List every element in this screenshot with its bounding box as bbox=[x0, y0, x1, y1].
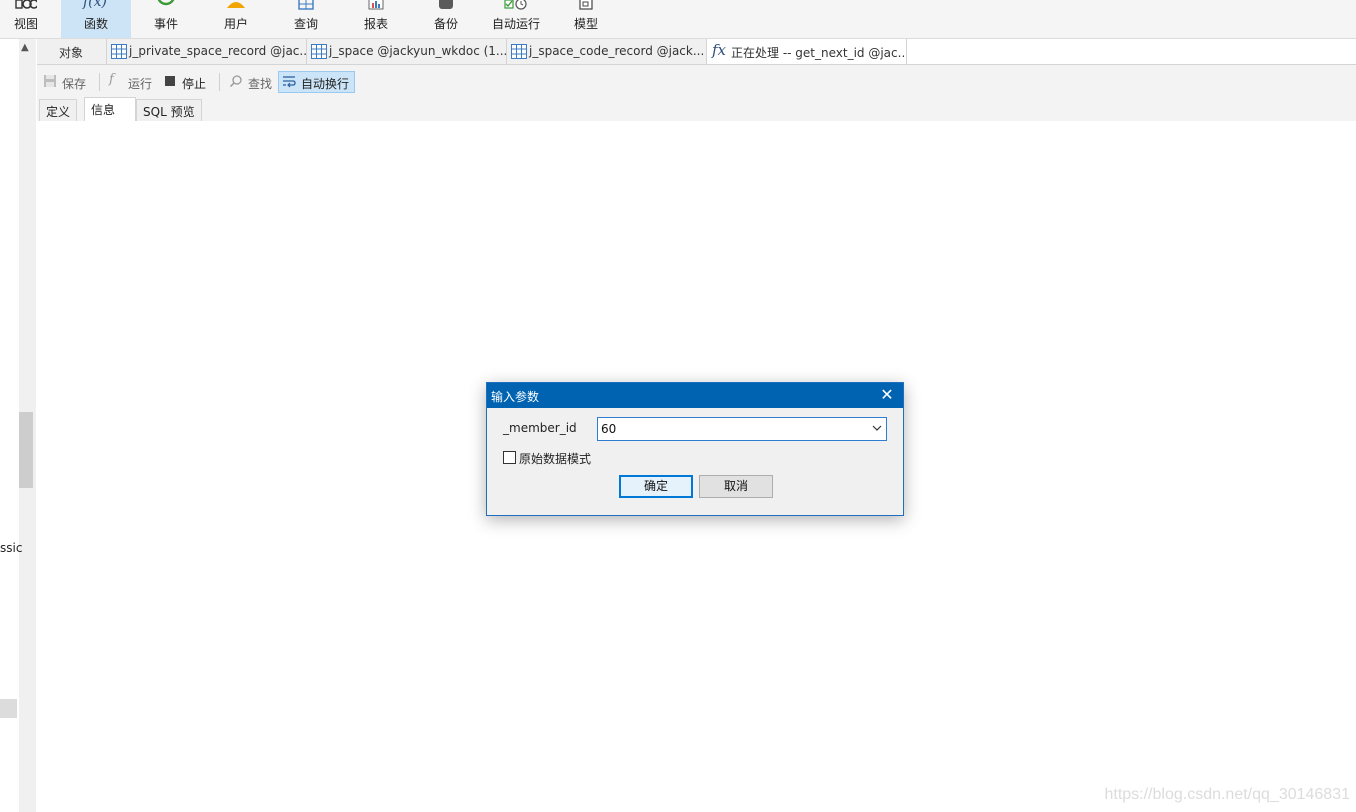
input-parameters-dialog: 输入参数 ✕ _member_id 60 原始数据模式 确定 取消 bbox=[486, 382, 904, 516]
save-label: 保存 bbox=[62, 77, 87, 91]
ribbon-user-button[interactable]: 用户 bbox=[201, 0, 271, 38]
ribbon-view-button[interactable]: 视图 bbox=[0, 0, 61, 38]
tab-label: j_space_code_record @jack... bbox=[529, 44, 705, 58]
user-icon bbox=[227, 2, 245, 8]
search-icon bbox=[229, 75, 242, 88]
ribbon-view-label: 视图 bbox=[13, 17, 38, 31]
ribbon-model-button[interactable]: 模型 bbox=[551, 0, 621, 38]
ribbon-query-label: 查询 bbox=[293, 17, 318, 31]
tab-label: 正在处理 -- get_next_id @jac... bbox=[731, 46, 907, 60]
app-window: 视图 f(x) 函数 事件 用户 查询 报表 备份 自动运行 模型 ▲ ssic… bbox=[0, 0, 1356, 812]
param-label: _member_id bbox=[503, 421, 577, 435]
find-label: 查找 bbox=[248, 77, 273, 91]
function-icon: f(x) bbox=[82, 0, 107, 10]
ribbon-auto-run-label: 自动运行 bbox=[491, 17, 540, 31]
ribbon-event-button[interactable]: 事件 bbox=[131, 0, 201, 38]
ribbon-query-button[interactable]: 查询 bbox=[271, 0, 341, 38]
ribbon-report-button[interactable]: 报表 bbox=[341, 0, 411, 38]
backup-icon bbox=[439, 0, 453, 9]
table-icon bbox=[111, 44, 127, 59]
ribbon-function-label: 函数 bbox=[83, 17, 108, 31]
ribbon-auto-run-button[interactable]: 自动运行 bbox=[481, 0, 551, 38]
ribbon-model-label: 模型 bbox=[573, 17, 598, 31]
raw-data-mode-checkbox[interactable] bbox=[503, 451, 516, 464]
subtab-sql-preview[interactable]: SQL 预览 bbox=[136, 99, 202, 121]
navigator-item-partial[interactable]: ssic bbox=[0, 541, 22, 555]
navigator-selected-item[interactable] bbox=[0, 699, 17, 718]
chevron-down-icon[interactable] bbox=[872, 423, 882, 433]
subtab-info[interactable]: 信息 bbox=[84, 97, 136, 122]
query-icon bbox=[298, 0, 314, 10]
ribbon-report-label: 报表 bbox=[363, 17, 388, 31]
ribbon-backup-button[interactable]: 备份 bbox=[411, 0, 481, 38]
tab-table-space-code-record[interactable]: j_space_code_record @jack... bbox=[507, 39, 707, 64]
find-button[interactable]: 查找 bbox=[225, 71, 277, 93]
param-value: 60 bbox=[601, 422, 617, 436]
run-fx-icon: f bbox=[109, 72, 114, 87]
tab-objects[interactable]: 对象 bbox=[37, 39, 107, 64]
cancel-button[interactable]: 取消 bbox=[699, 475, 773, 498]
param-value-combobox[interactable]: 60 bbox=[597, 417, 887, 441]
stop-icon bbox=[165, 76, 175, 86]
tab-function-get-next-id[interactable]: fx 正在处理 -- get_next_id @jac... bbox=[707, 39, 907, 64]
svg-text:f(x): f(x) bbox=[82, 0, 107, 10]
definition-subtabs: 定义 信息 SQL 预览 bbox=[37, 97, 1356, 122]
toolbar-separator bbox=[99, 73, 100, 91]
event-icon bbox=[157, 0, 175, 6]
close-icon[interactable]: ✕ bbox=[877, 385, 897, 405]
dialog-titlebar[interactable]: 输入参数 ✕ bbox=[487, 383, 903, 408]
tab-table-space[interactable]: j_space @jackyun_wkdoc (1... bbox=[307, 39, 507, 64]
raw-data-mode-label[interactable]: 原始数据模式 bbox=[519, 450, 591, 467]
run-button[interactable]: f 运行 bbox=[105, 71, 161, 93]
function-fx-icon: fx bbox=[712, 41, 727, 59]
navigator-scrollbar-thumb[interactable] bbox=[19, 412, 33, 488]
watermark: https://blog.csdn.net/qq_30146831 bbox=[1104, 786, 1350, 803]
ok-button[interactable]: 确定 bbox=[619, 475, 693, 498]
word-wrap-toggle[interactable]: 自动换行 bbox=[278, 71, 355, 93]
dialog-title: 输入参数 bbox=[491, 390, 540, 404]
save-button[interactable]: 保存 bbox=[39, 71, 95, 93]
ribbon-function-button[interactable]: f(x) 函数 bbox=[61, 0, 131, 38]
editor-tab-strip: 对象 j_private_space_record @jac... j_spac… bbox=[37, 39, 1356, 65]
word-wrap-icon bbox=[283, 76, 296, 88]
auto-run-icon bbox=[504, 0, 527, 10]
view-icon bbox=[15, 0, 37, 9]
stop-button[interactable]: 停止 bbox=[159, 71, 215, 93]
table-icon bbox=[311, 44, 327, 59]
navigator-panel: ▲ ssic bbox=[0, 39, 38, 812]
table-icon bbox=[511, 44, 527, 59]
ribbon-event-label: 事件 bbox=[153, 17, 178, 31]
stop-label: 停止 bbox=[182, 77, 207, 91]
tab-objects-label: 对象 bbox=[59, 46, 84, 60]
scroll-up-arrow-icon[interactable]: ▲ bbox=[21, 42, 29, 53]
toolbar-separator bbox=[219, 73, 220, 91]
tab-label: j_private_space_record @jac... bbox=[129, 44, 307, 58]
editor-toolbar: 保存 f 运行 停止 查找 自动换行 bbox=[37, 65, 1356, 97]
tab-label: j_space @jackyun_wkdoc (1... bbox=[329, 44, 507, 58]
tab-table-private-space-record[interactable]: j_private_space_record @jac... bbox=[107, 39, 307, 64]
word-wrap-label: 自动换行 bbox=[301, 77, 350, 91]
ribbon-backup-label: 备份 bbox=[433, 17, 458, 31]
run-label: 运行 bbox=[128, 77, 153, 91]
report-icon bbox=[368, 0, 384, 10]
subtab-definition[interactable]: 定义 bbox=[39, 99, 78, 121]
model-icon bbox=[579, 0, 593, 10]
save-icon bbox=[44, 75, 56, 87]
ribbon-toolbar: 视图 f(x) 函数 事件 用户 查询 报表 备份 自动运行 模型 bbox=[0, 0, 1356, 39]
ribbon-user-label: 用户 bbox=[223, 17, 248, 31]
